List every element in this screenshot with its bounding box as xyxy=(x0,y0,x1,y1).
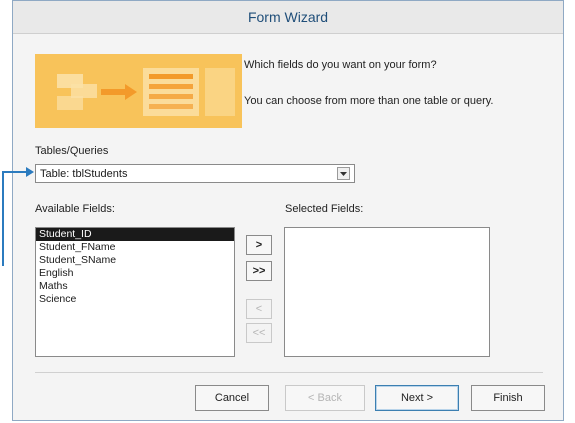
footer-divider xyxy=(35,372,543,373)
dropdown-button[interactable] xyxy=(337,167,350,180)
add-all-fields-button[interactable]: >> xyxy=(246,261,272,281)
wizard-banner-graphic xyxy=(35,54,242,128)
list-item[interactable]: Maths xyxy=(36,280,234,293)
add-field-button[interactable]: > xyxy=(246,235,272,255)
tables-queries-label: Tables/Queries xyxy=(35,145,109,157)
list-item[interactable]: Student_FName xyxy=(36,241,234,254)
form-layout-illustration-icon xyxy=(35,54,242,128)
available-fields-list[interactable]: Student_ID Student_FName Student_SName Engl… xyxy=(35,227,235,357)
remove-field-button[interactable]: < xyxy=(246,299,272,319)
cancel-button[interactable]: Cancel xyxy=(195,385,269,411)
back-button[interactable]: < Back xyxy=(285,385,365,411)
selected-fields-list[interactable] xyxy=(284,227,490,357)
chevron-down-icon xyxy=(340,172,347,176)
wizard-question: Which fields do you want on your form? xyxy=(244,59,437,71)
next-button[interactable]: Next > xyxy=(375,385,459,411)
remove-all-fields-button[interactable]: << xyxy=(246,323,272,343)
tables-queries-value: Table: tblStudents xyxy=(40,168,128,180)
callout-arrow-icon xyxy=(2,167,34,266)
list-item[interactable]: English xyxy=(36,267,234,280)
finish-button[interactable]: Finish xyxy=(471,385,545,411)
list-item[interactable]: Student_SName xyxy=(36,254,234,267)
form-wizard-dialog: Form Wizard Which fields do you want on … xyxy=(12,0,564,421)
wizard-hint: You can choose from more than one table … xyxy=(244,95,494,107)
available-fields-label: Available Fields: xyxy=(35,203,115,215)
tables-queries-select[interactable]: Table: tblStudents xyxy=(35,164,355,183)
selected-fields-label: Selected Fields: xyxy=(285,203,364,215)
dialog-title: Form Wizard xyxy=(13,1,563,34)
list-item[interactable]: Science xyxy=(36,293,234,306)
list-item[interactable]: Student_ID xyxy=(36,228,234,241)
